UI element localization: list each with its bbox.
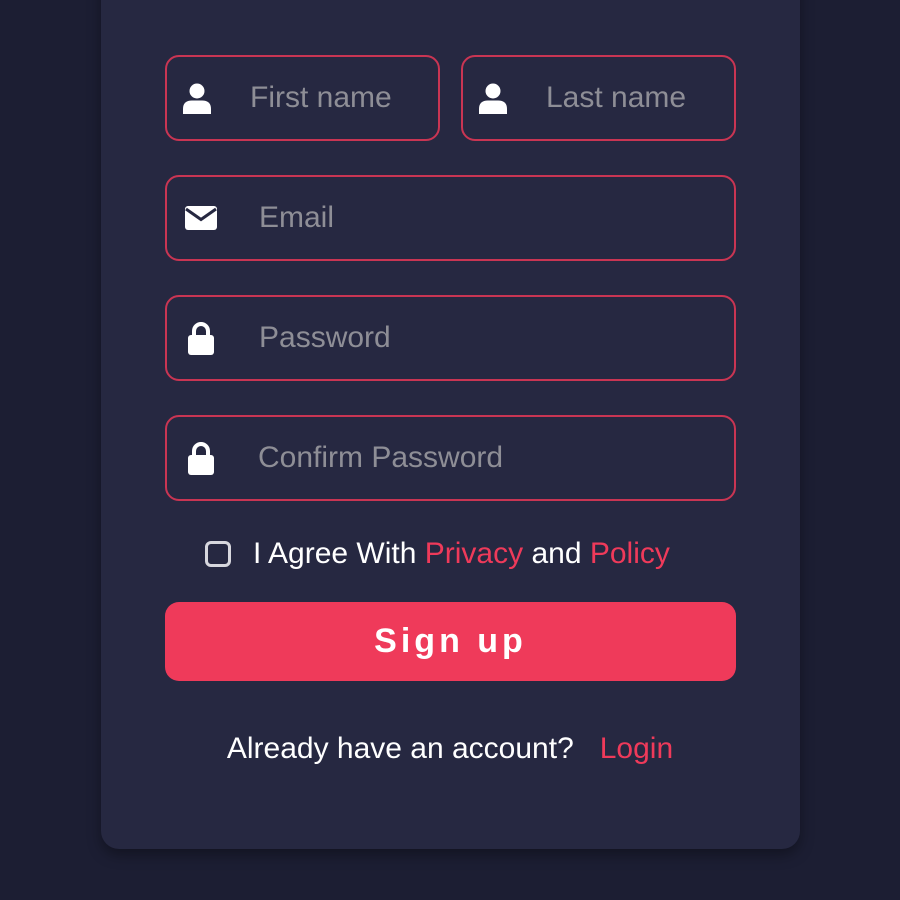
password-field-wrapper bbox=[165, 295, 736, 381]
first-name-input[interactable] bbox=[248, 57, 422, 139]
agree-checkbox[interactable] bbox=[205, 541, 231, 567]
privacy-link[interactable]: Privacy bbox=[425, 537, 523, 571]
login-prompt-row: Already have an account? Login bbox=[0, 732, 900, 766]
confirm-password-field-wrapper bbox=[165, 415, 736, 501]
agree-label: I Agree With bbox=[253, 537, 417, 570]
last-name-field-wrapper bbox=[461, 55, 736, 141]
email-input[interactable] bbox=[257, 177, 718, 259]
email-field-wrapper bbox=[165, 175, 736, 261]
login-prompt-text: Already have an account? bbox=[226, 732, 574, 765]
last-name-input[interactable] bbox=[544, 57, 718, 139]
first-name-field-wrapper bbox=[165, 55, 440, 141]
envelope-icon bbox=[184, 201, 218, 235]
login-link[interactable]: Login bbox=[600, 732, 673, 765]
agree-conjunction: and bbox=[531, 537, 582, 570]
user-icon bbox=[476, 81, 510, 115]
user-icon bbox=[180, 81, 214, 115]
confirm-password-input[interactable] bbox=[256, 417, 718, 499]
lock-icon bbox=[184, 441, 218, 475]
sign-up-button[interactable]: Sign up bbox=[165, 602, 736, 681]
agree-row: I Agree With Privacy and Policy bbox=[205, 534, 670, 574]
lock-icon bbox=[184, 321, 218, 355]
policy-link[interactable]: Policy bbox=[590, 537, 670, 571]
password-input[interactable] bbox=[257, 297, 718, 379]
